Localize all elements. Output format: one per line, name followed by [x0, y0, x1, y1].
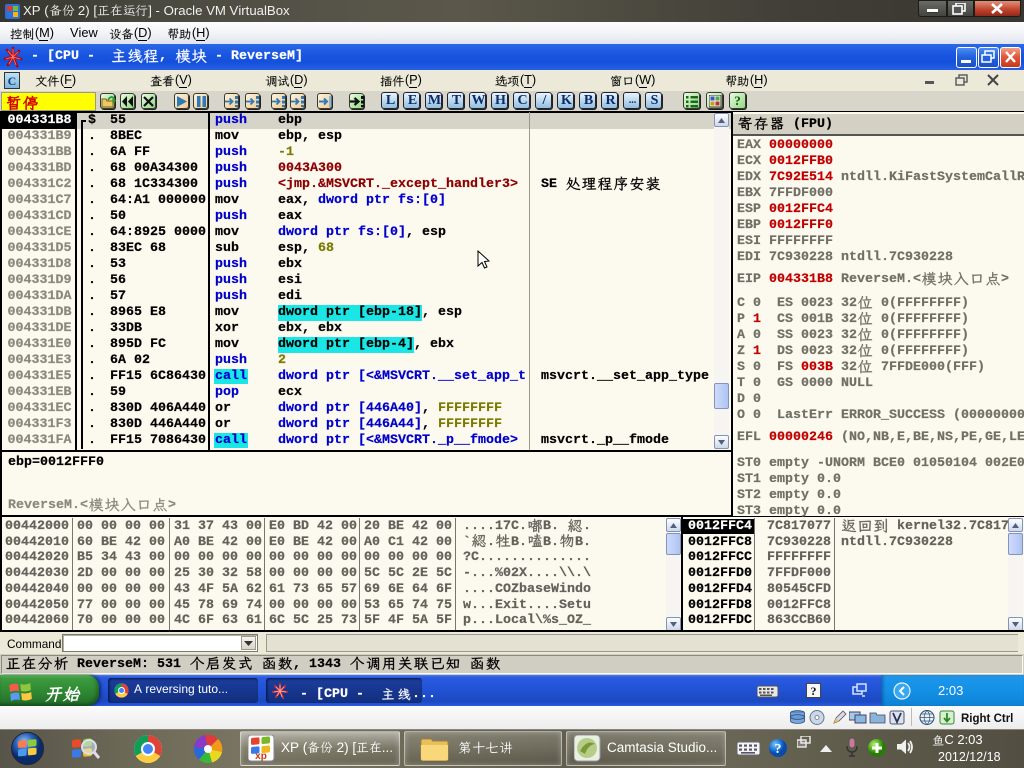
svg-text:xp: xp — [255, 751, 267, 762]
svg-text:?: ? — [775, 742, 782, 757]
